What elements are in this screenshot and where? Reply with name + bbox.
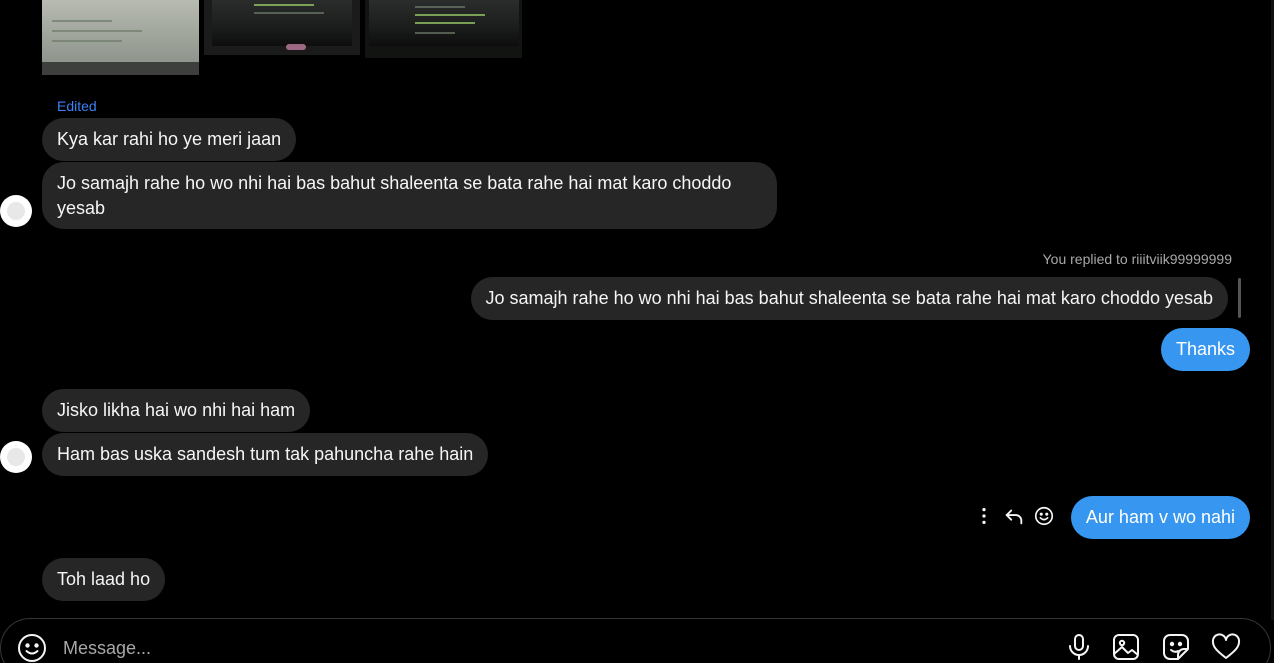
edited-label: Edited <box>57 98 97 114</box>
microphone-icon[interactable] <box>1063 631 1095 663</box>
sticker-icon[interactable] <box>1160 631 1192 663</box>
avatar[interactable] <box>0 441 32 473</box>
photo-attachment[interactable] <box>365 0 522 58</box>
message-bubble[interactable]: Aur ham v wo nahi <box>1070 496 1250 539</box>
message-bubble[interactable]: Jisko likha hai wo nhi hai ham <box>42 389 311 432</box>
default-avatar-icon <box>7 448 25 466</box>
react-emoji-icon[interactable] <box>1031 503 1057 529</box>
photo-attachment[interactable] <box>204 0 360 55</box>
avatar[interactable] <box>0 195 32 227</box>
reply-icon[interactable] <box>1001 503 1027 529</box>
image-icon[interactable] <box>1110 631 1142 663</box>
message-bubble[interactable]: Thanks <box>1160 328 1250 371</box>
message-bubble[interactable]: Ham bas uska sandesh tum tak pahuncha ra… <box>42 433 489 476</box>
default-avatar-icon <box>7 202 25 220</box>
replied-to-label: You replied to riiitviik99999999 <box>1042 251 1232 267</box>
message-input[interactable] <box>63 635 963 661</box>
quoted-message[interactable]: Jo samajh rahe ho wo nhi hai bas bahut s… <box>470 277 1228 320</box>
emoji-icon[interactable] <box>17 633 47 663</box>
quote-indicator <box>1238 278 1241 318</box>
heart-icon[interactable] <box>1210 631 1242 663</box>
message-bubble[interactable]: Kya kar rahi ho ye meri jaan <box>42 118 297 161</box>
message-bubble[interactable]: Toh laad ho <box>42 558 166 601</box>
photo-attachment[interactable] <box>42 0 199 75</box>
message-composer <box>0 618 1271 663</box>
message-bubble[interactable]: Jo samajh rahe ho wo nhi hai bas bahut s… <box>42 162 777 229</box>
more-icon[interactable] <box>971 503 997 529</box>
